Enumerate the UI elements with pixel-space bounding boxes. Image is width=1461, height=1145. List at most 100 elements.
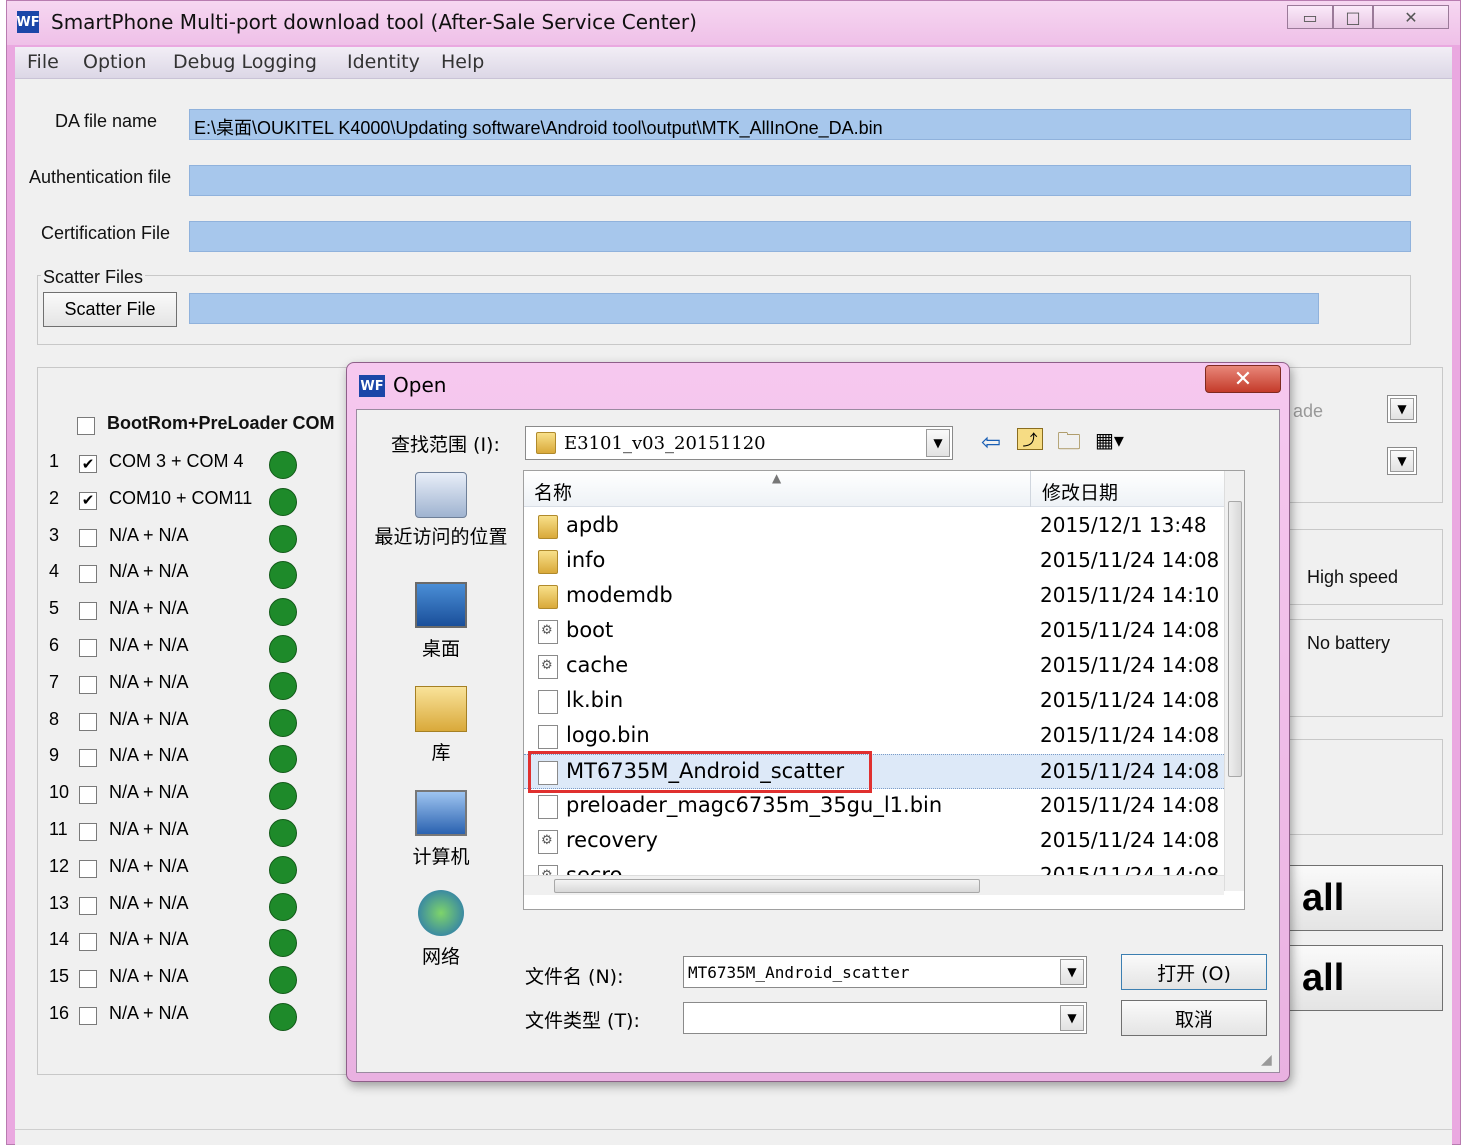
- start-all-button[interactable]: all: [1285, 865, 1443, 931]
- file-row[interactable]: boot 2015/11/24 14:08: [524, 614, 1224, 649]
- minimize-button[interactable]: ▭: [1287, 5, 1333, 29]
- stop-all-button[interactable]: all: [1285, 945, 1443, 1011]
- maximize-button[interactable]: □: [1333, 5, 1373, 29]
- port-checkbox[interactable]: [79, 859, 97, 878]
- column-divider: [1030, 471, 1031, 507]
- port-checkbox[interactable]: ✔: [79, 491, 97, 510]
- file-row[interactable]: MT6735M_Android_scatter 2015/11/24 14:08: [524, 751, 1224, 793]
- file-row[interactable]: recovery 2015/11/24 14:08: [524, 824, 1224, 859]
- mode-label: ade: [1293, 401, 1324, 421]
- vertical-scroll-thumb[interactable]: [1228, 501, 1242, 777]
- port-status-indicator: [269, 1003, 297, 1031]
- file-list[interactable]: 名称 ▲ 修改日期 apdb 2015/12/1 13:48 info 2015/11…: [523, 470, 1245, 910]
- horizontal-scrollbar[interactable]: [524, 875, 1224, 895]
- app-icon: WF: [16, 11, 40, 33]
- port-label: N/A + N/A: [109, 855, 189, 876]
- up-folder-icon[interactable]: ⤴: [1017, 428, 1043, 450]
- port-row: 12 N/A + N/A: [49, 855, 329, 884]
- file-row[interactable]: secro 2015/11/24 14:08: [524, 859, 1224, 875]
- port-checkbox[interactable]: [79, 896, 97, 915]
- second-select[interactable]: ▼: [1387, 447, 1417, 475]
- port-checkbox[interactable]: [79, 823, 97, 841]
- auth-file-field[interactable]: [189, 165, 1411, 196]
- file-row[interactable]: preloader_magc6735m_35gu_l1.bin 2015/11/2…: [524, 789, 1224, 824]
- port-checkbox[interactable]: [79, 565, 97, 584]
- port-number: 15: [49, 966, 70, 987]
- chevron-down-icon: ▼: [1390, 450, 1414, 472]
- filename-input[interactable]: MT6735M_Android_scatter ▼: [683, 956, 1087, 988]
- back-arrow-icon[interactable]: ⇦: [981, 428, 1001, 456]
- scatter-file-button[interactable]: Scatter File: [43, 292, 177, 327]
- network-icon: [418, 890, 464, 936]
- place-recent[interactable]: 最近访问的位置: [371, 472, 511, 548]
- mode-select[interactable]: ▼: [1387, 395, 1417, 423]
- port-row: 6 N/A + N/A: [49, 635, 329, 663]
- cancel-button[interactable]: 取消: [1121, 1000, 1267, 1036]
- port-row: 4 N/A + N/A: [49, 561, 329, 590]
- file-date: 2015/11/24 14:08: [1040, 759, 1220, 783]
- file-row[interactable]: cache 2015/11/24 14:08: [524, 649, 1224, 684]
- system-file-icon: [538, 865, 558, 875]
- port-checkbox[interactable]: [79, 675, 97, 694]
- menu-file[interactable]: File: [27, 51, 59, 73]
- close-button[interactable]: ✕: [1373, 5, 1449, 29]
- dialog-close-button[interactable]: ✕: [1205, 365, 1281, 393]
- menu-identity[interactable]: Identity: [347, 51, 420, 73]
- file-name: lk.bin: [566, 688, 624, 712]
- scatter-file-field[interactable]: [189, 293, 1319, 324]
- port-number: 4: [49, 561, 60, 582]
- column-name-header[interactable]: 名称: [534, 478, 572, 505]
- port-status-indicator: [269, 929, 297, 958]
- file-row[interactable]: logo.bin 2015/11/24 14:08: [524, 719, 1224, 754]
- high-speed-label[interactable]: High speed: [1307, 567, 1398, 588]
- folder-icon: [538, 550, 558, 574]
- place-library[interactable]: 库: [371, 686, 511, 765]
- file-row[interactable]: modemdb 2015/11/24 14:10: [524, 579, 1224, 614]
- port-status-indicator: [269, 782, 297, 811]
- file-row[interactable]: apdb 2015/12/1 13:48: [524, 509, 1224, 544]
- port-checkbox[interactable]: [79, 528, 97, 547]
- port-row: 9 N/A + N/A: [49, 745, 329, 774]
- file-date: 2015/11/24 14:08: [1040, 828, 1220, 852]
- vertical-scrollbar[interactable]: [1224, 471, 1244, 891]
- port-status-indicator: [269, 745, 297, 774]
- port-checkbox[interactable]: [79, 786, 97, 805]
- bootrom-preloader-checkbox[interactable]: [77, 417, 95, 435]
- port-checkbox[interactable]: [79, 602, 97, 621]
- file-row[interactable]: lk.bin 2015/11/24 14:08: [524, 684, 1224, 719]
- file-date: 2015/11/24 14:08: [1040, 723, 1220, 747]
- port-checkbox[interactable]: [79, 712, 97, 731]
- place-desktop[interactable]: 桌面: [371, 582, 511, 661]
- no-battery-label[interactable]: No battery: [1307, 633, 1390, 654]
- menu-debug-logging[interactable]: Debug Logging: [173, 51, 317, 73]
- open-button[interactable]: 打开 (O): [1121, 954, 1267, 990]
- column-date-header[interactable]: 修改日期: [1042, 478, 1118, 505]
- port-checkbox[interactable]: [79, 933, 97, 952]
- place-computer[interactable]: 计算机: [371, 790, 511, 869]
- port-checkbox[interactable]: ✔: [79, 455, 97, 473]
- port-checkbox[interactable]: [79, 749, 97, 768]
- port-checkbox[interactable]: [79, 639, 97, 657]
- port-checkbox[interactable]: [79, 970, 97, 989]
- port-checkbox[interactable]: [79, 1007, 97, 1025]
- menu-option[interactable]: Option: [83, 51, 146, 73]
- resize-grip-icon[interactable]: ◢: [1261, 1052, 1272, 1068]
- place-recent-label: 最近访问的位置: [374, 526, 508, 548]
- view-menu-icon[interactable]: ▦▾: [1095, 428, 1124, 452]
- port-label: N/A + N/A: [109, 524, 189, 545]
- title-bar[interactable]: WF SmartPhone Multi-port download tool (…: [7, 1, 1460, 45]
- place-network[interactable]: 网络: [371, 890, 511, 969]
- file-row[interactable]: info 2015/11/24 14:08: [524, 544, 1224, 579]
- menu-help[interactable]: Help: [441, 51, 484, 73]
- cert-file-field[interactable]: [189, 221, 1411, 252]
- filetype-select[interactable]: ▼: [683, 1002, 1087, 1034]
- port-row: 13 N/A + N/A: [49, 892, 329, 921]
- da-file-field[interactable]: E:\桌面\OUKITEL K4000\Updating software\An…: [189, 109, 1411, 140]
- look-in-select[interactable]: E3101_v03_20151120 ▼: [525, 426, 953, 460]
- system-file-icon: [538, 830, 558, 854]
- port-number: 3: [49, 524, 60, 545]
- horizontal-scroll-thumb[interactable]: [554, 879, 980, 893]
- new-folder-icon[interactable]: 🗀: [1057, 424, 1081, 465]
- port-row: 10 N/A + N/A: [49, 782, 329, 811]
- bottom-divider: [15, 1129, 1452, 1130]
